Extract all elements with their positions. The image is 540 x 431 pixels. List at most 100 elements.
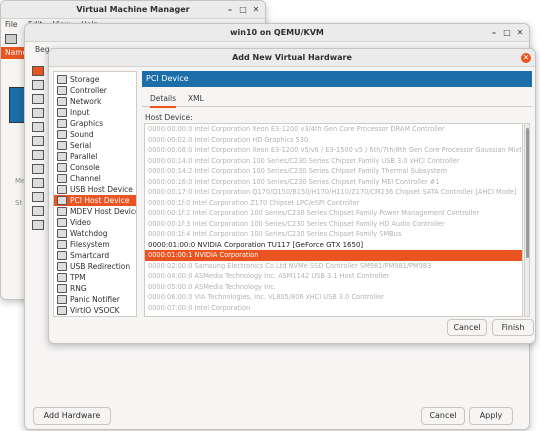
tab-bar: Details XML — [142, 91, 532, 108]
hardware-item-label: Sound — [70, 130, 94, 139]
hardware-item-label: RNG — [70, 284, 87, 293]
hardware-item-controller[interactable]: Controller — [54, 85, 136, 96]
device-row[interactable]: 0000:00:14:0 Intel Corporation 100 Serie… — [145, 156, 522, 167]
storage-icon — [57, 75, 67, 84]
device-row[interactable]: 0000:02:00:0 Samsung Electronics Co Ltd … — [145, 261, 522, 272]
hw-icon — [32, 178, 44, 188]
menu-file[interactable]: File — [5, 20, 18, 29]
controller-icon — [57, 86, 67, 95]
hardware-item-pci-host-device[interactable]: PCI Host Device — [54, 195, 136, 206]
hardware-item-label: MDEV Host Device — [70, 207, 137, 216]
hardware-item-video[interactable]: Video — [54, 217, 136, 228]
hw-icon — [32, 164, 44, 174]
device-row[interactable]: 0000:00:14:2 Intel Corporation 100 Serie… — [145, 166, 522, 177]
hw-icon — [32, 80, 44, 90]
monitor-icon[interactable] — [5, 34, 17, 44]
dialog-titlebar: Add New Virtual Hardware ✕ — [49, 49, 535, 67]
hardware-item-network[interactable]: Network — [54, 96, 136, 107]
scrollbar-thumb[interactable] — [526, 128, 529, 258]
hardware-item-storage[interactable]: Storage — [54, 74, 136, 85]
hardware-item-usb-host-device[interactable]: USB Host Device — [54, 184, 136, 195]
hardware-item-usb-redirection[interactable]: USB Redirection — [54, 261, 136, 272]
hardware-item-serial[interactable]: Serial — [54, 140, 136, 151]
tab-details[interactable]: Details — [150, 94, 177, 108]
vmm-side-label-2: St — [15, 199, 23, 207]
hardware-item-label: Filesystem — [70, 240, 110, 249]
apply-button[interactable]: Apply — [469, 407, 513, 425]
device-row[interactable]: 0000:00:02:0 Intel Corporation HD Graphi… — [145, 135, 522, 146]
hardware-type-list: Storage Controller Network Input Graphics Sou… — [53, 71, 137, 317]
maximize-icon[interactable]: □ — [502, 28, 512, 38]
hardware-item-label: VirtIO VSOCK — [70, 306, 120, 315]
finish-button[interactable]: Finish — [492, 319, 534, 336]
device-list-scrollbar[interactable] — [524, 123, 530, 317]
hardware-item-mdev-host-device[interactable]: MDEV Host Device — [54, 206, 136, 217]
device-row[interactable]: 0000:00:16:0 Intel Corporation 100 Serie… — [145, 177, 522, 188]
hardware-item-label: PCI Host Device — [70, 196, 130, 205]
parallel-icon — [57, 152, 67, 161]
vm-title: win10 on QEMU/KVM — [230, 28, 324, 37]
hardware-item-channel[interactable]: Channel — [54, 173, 136, 184]
device-row[interactable]: 0000:00:1f:2 Intel Corporation 100 Serie… — [145, 208, 522, 219]
hw-icon — [32, 206, 44, 216]
tab-xml[interactable]: XML — [188, 94, 204, 103]
hardware-item-watchdog[interactable]: Watchdog — [54, 228, 136, 239]
device-row[interactable]: 0000:00:1f:0 Intel Corporation Z170 Chip… — [145, 198, 522, 209]
minimize-icon[interactable]: – — [225, 5, 235, 15]
hw-icon — [32, 192, 44, 202]
add-hardware-button[interactable]: Add Hardware — [33, 407, 111, 425]
dialog-cancel-button[interactable]: Cancel — [447, 319, 487, 336]
cancel-button[interactable]: Cancel — [421, 407, 465, 425]
close-icon[interactable]: ✕ — [521, 53, 531, 63]
hw-icon — [32, 108, 44, 118]
hardware-item-sound[interactable]: Sound — [54, 129, 136, 140]
hardware-item-panic-notifier[interactable]: Panic Notifier — [54, 294, 136, 305]
device-row[interactable]: 0000:00:00:0 Intel Corporation Xeon E3-1… — [145, 124, 522, 135]
device-row[interactable]: 0000:05:00:0 ASMedia Technology Inc. — [145, 282, 522, 293]
device-row[interactable]: 0000:00:08:0 Intel Corporation Xeon E3-1… — [145, 145, 522, 156]
vmm-titlebar: Virtual Machine Manager – □ ✕ — [1, 1, 265, 19]
dialog-title: Add New Virtual Hardware — [232, 53, 352, 62]
hardware-item-label: Smartcard — [70, 251, 110, 260]
hardware-item-rng[interactable]: RNG — [54, 283, 136, 294]
minimize-icon[interactable]: – — [489, 28, 499, 38]
hardware-item-label: Watchdog — [70, 229, 108, 238]
mdev-host-device-icon — [57, 207, 67, 216]
device-row[interactable]: 0000:01:00:0 NVIDIA Corporation TU117 [G… — [145, 240, 522, 251]
hardware-item-parallel[interactable]: Parallel — [54, 151, 136, 162]
hw-icon — [32, 220, 44, 230]
close-icon[interactable]: ✕ — [515, 28, 525, 38]
hw-icon — [32, 150, 44, 160]
hardware-item-label: Serial — [70, 141, 92, 150]
device-row[interactable]: 0000:00:1f:3 Intel Corporation 100 Serie… — [145, 219, 522, 230]
hardware-item-graphics[interactable]: Graphics — [54, 118, 136, 129]
close-icon[interactable]: ✕ — [251, 5, 261, 15]
network-icon — [57, 97, 67, 106]
hardware-item-smartcard[interactable]: Smartcard — [54, 250, 136, 261]
hardware-item-label: Graphics — [70, 119, 104, 128]
host-device-label: Host Device: — [145, 113, 193, 122]
channel-icon — [57, 174, 67, 183]
hardware-item-label: Video — [70, 218, 92, 227]
device-row[interactable]: 0000:06:00:0 VIA Technologies, Inc. VL80… — [145, 292, 522, 303]
hardware-item-tpm[interactable]: TPM — [54, 272, 136, 283]
hardware-item-filesystem[interactable]: Filesystem — [54, 239, 136, 250]
device-row[interactable]: 0000:00:17:0 Intel Corporation Q170/Q150… — [145, 187, 522, 198]
hardware-item-label: Console — [70, 163, 100, 172]
hardware-item-virtio-vsock[interactable]: VirtIO VSOCK — [54, 305, 136, 316]
device-row[interactable]: 0000:07:00:0 Intel Corporation — [145, 303, 522, 314]
device-row[interactable]: 0000:00:1f:4 Intel Corporation 100 Serie… — [145, 229, 522, 240]
hw-icon — [32, 94, 44, 104]
pci-device-title: PCI Device — [146, 74, 189, 83]
hardware-item-input[interactable]: Input — [54, 107, 136, 118]
device-row[interactable]: 0000:04:00:0 ASMedia Technology Inc. ASM… — [145, 271, 522, 282]
device-row[interactable]: 0000:01:00:1 NVIDIA Corporation — [145, 250, 522, 261]
hardware-item-label: Storage — [70, 75, 100, 84]
hardware-item-label: TPM — [70, 273, 86, 282]
usb-redirection-icon — [57, 262, 67, 271]
hardware-item-console[interactable]: Console — [54, 162, 136, 173]
tpm-icon — [57, 273, 67, 282]
maximize-icon[interactable]: □ — [238, 5, 248, 15]
vm-hardware-list — [29, 64, 49, 314]
vm-titlebar: win10 on QEMU/KVM – □ ✕ — [25, 24, 529, 42]
